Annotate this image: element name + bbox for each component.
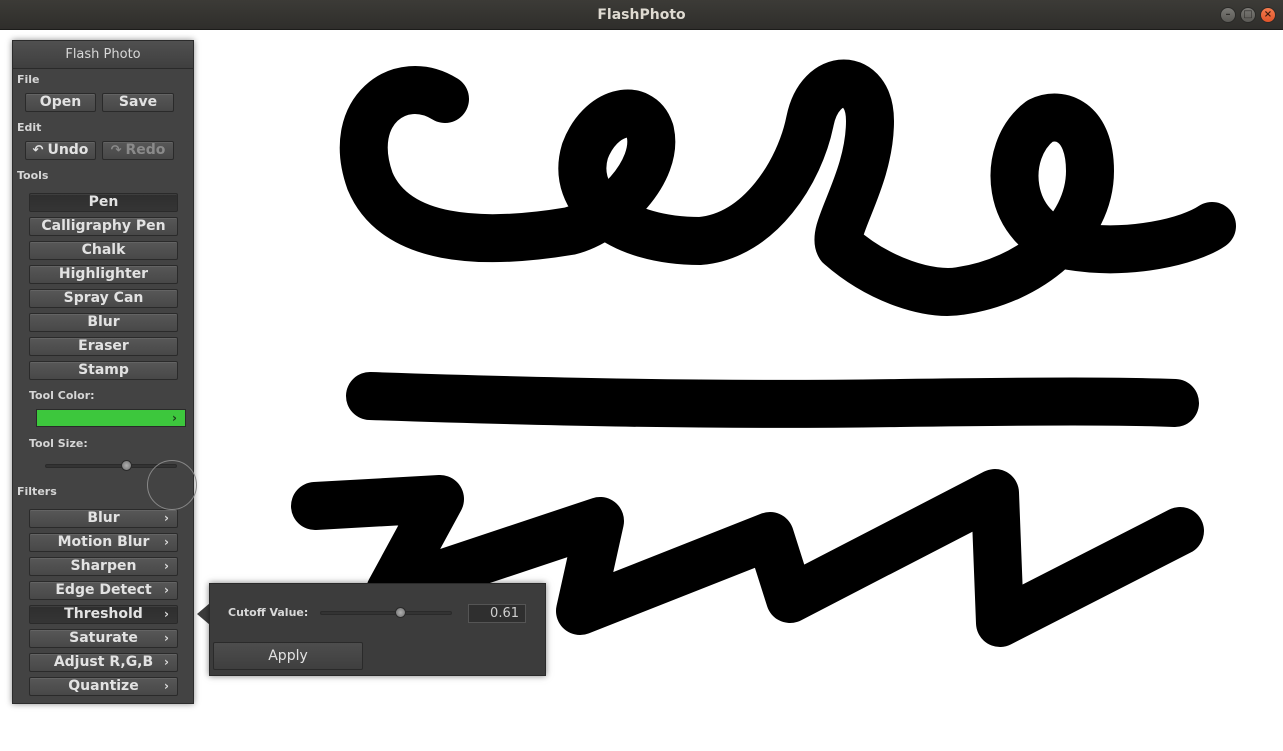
tool-highlighter[interactable]: Highlighter [29,265,178,284]
filter-quantize[interactable]: Quantize › [29,677,178,696]
tool-chalk[interactable]: Chalk [29,241,178,260]
chevron-right-icon: › [164,583,169,597]
chevron-right-icon: › [164,535,169,549]
filter-threshold[interactable]: Threshold › [29,605,178,624]
undo-button[interactable]: ↶ Undo [25,141,96,160]
redo-button[interactable]: ↷ Redo [102,141,174,160]
filter-motion-blur[interactable]: Motion Blur › [29,533,178,552]
save-button[interactable]: Save [102,93,174,112]
cutoff-value-field[interactable]: 0.61 [468,604,526,623]
tool-stamp[interactable]: Stamp [29,361,178,380]
filter-blur[interactable]: Blur › [29,509,178,528]
filter-threshold-label: Threshold [64,606,143,622]
tool-size-slider-thumb[interactable] [121,460,132,471]
chevron-right-icon: › [164,511,169,525]
open-button[interactable]: Open [25,93,96,112]
cutoff-slider[interactable] [320,611,452,615]
filter-sharpen[interactable]: Sharpen › [29,557,178,576]
tool-eraser[interactable]: Eraser [29,337,178,356]
cutoff-value-label: Cutoff Value: [228,606,309,619]
stroke-loops [339,59,1236,316]
filters-section-label: Filters [17,485,57,498]
filter-saturate[interactable]: Saturate › [29,629,178,648]
redo-label: Redo [125,142,166,158]
window-title: FlashPhoto [597,7,686,23]
tool-pen[interactable]: Pen [29,193,178,212]
tool-size-label: Tool Size: [29,437,88,450]
tool-blur[interactable]: Blur [29,313,178,332]
brush-cursor [147,460,197,510]
filter-edge-detect[interactable]: Edge Detect › [29,581,178,600]
chevron-right-icon: › [164,679,169,693]
apply-button[interactable]: Apply [213,642,363,670]
redo-icon: ↷ [110,143,122,158]
tools-section-label: Tools [17,169,49,182]
chevron-right-icon: › [172,411,177,425]
maximize-button[interactable]: □ [1240,7,1256,23]
tool-spray-can[interactable]: Spray Can [29,289,178,308]
chevron-right-icon: › [164,631,169,645]
panel-title: Flash Photo [13,41,193,69]
filter-adjust-rgb-label: Adjust R,G,B [53,654,154,670]
filter-edge-detect-label: Edge Detect [55,582,152,598]
tool-color-picker[interactable]: › [36,409,186,427]
filter-saturate-label: Saturate [69,630,138,646]
tool-calligraphy-pen[interactable]: Calligraphy Pen [29,217,178,236]
filter-motion-blur-label: Motion Blur [57,534,150,550]
tool-color-label: Tool Color: [29,389,95,402]
chevron-right-icon: › [164,559,169,573]
cutoff-slider-thumb[interactable] [395,607,406,618]
minimize-button[interactable]: – [1220,7,1236,23]
threshold-popover: Cutoff Value: 0.61 Apply [209,583,546,676]
filter-quantize-label: Quantize [68,678,139,694]
edit-section-label: Edit [17,121,42,134]
chevron-right-icon: › [164,655,169,669]
chevron-right-icon: › [164,607,169,621]
control-panel: Flash Photo File Open Save Edit ↶ Undo ↷ R… [12,40,194,704]
filter-sharpen-label: Sharpen [70,558,137,574]
close-button[interactable]: × [1260,7,1276,23]
filter-adjust-rgb[interactable]: Adjust R,G,B › [29,653,178,672]
file-section-label: File [17,73,40,86]
title-bar: FlashPhoto – □ × [0,0,1283,30]
stroke-line [346,372,1199,428]
filter-blur-label: Blur [87,510,120,526]
undo-label: Undo [47,142,89,158]
undo-icon: ↶ [32,143,44,158]
